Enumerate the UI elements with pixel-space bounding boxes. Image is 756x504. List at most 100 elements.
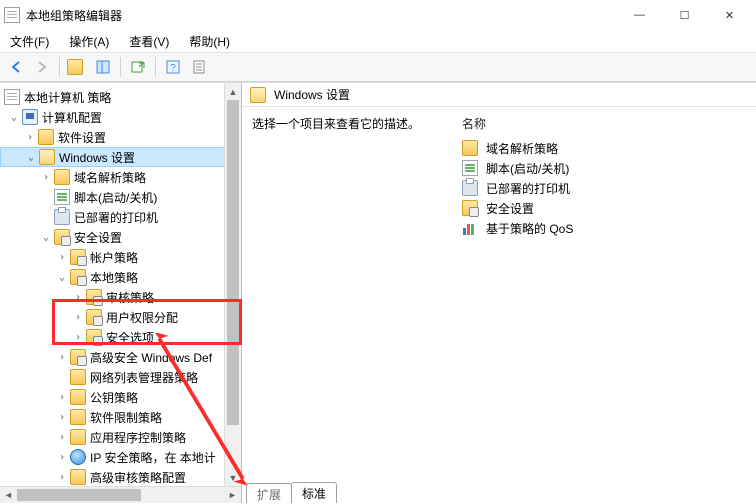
scroll-thumb[interactable] — [17, 489, 141, 501]
printer-icon — [462, 180, 478, 196]
list-item-security[interactable]: 安全设置 — [462, 198, 746, 218]
expand-icon[interactable]: › — [56, 391, 68, 403]
tab-extended[interactable]: 扩展 — [246, 483, 292, 503]
tree-security-settings[interactable]: ⌄ 安全设置 — [0, 227, 241, 247]
tree-adv-audit[interactable]: › 高级审核策略配置 — [0, 467, 241, 487]
expand-icon[interactable]: › — [72, 311, 84, 323]
scroll-left-icon[interactable]: ◄ — [0, 487, 17, 503]
tree-label: 软件限制策略 — [90, 409, 237, 426]
export-list-button[interactable] — [126, 55, 150, 79]
tree-srp[interactable]: › 软件限制策略 — [0, 407, 241, 427]
folder-policy-icon — [70, 349, 86, 365]
content-body: 选择一个项目来查看它的描述。 名称 域名解析策略 脚本(启动/关机) 已部署的打… — [242, 107, 756, 482]
list-item-qos[interactable]: 基于策略的 QoS — [462, 218, 746, 238]
list-item-label: 已部署的打印机 — [486, 180, 570, 197]
list-column: 名称 域名解析策略 脚本(启动/关机) 已部署的打印机 安全设置 — [462, 115, 746, 474]
menu-action[interactable]: 操作(A) — [63, 31, 115, 52]
collapse-icon[interactable]: ⌄ — [25, 151, 37, 163]
tree-wfas[interactable]: › 高级安全 Windows Def — [0, 347, 241, 367]
toolbar-separator — [155, 57, 156, 77]
tree-label: 计算机配置 — [42, 109, 237, 126]
qos-icon — [462, 220, 478, 236]
tree-label: 本地计算机 策略 — [24, 89, 237, 106]
tree-pane: 本地计算机 策略 ⌄ 计算机配置 › 软件设置 ⌄ Windows 设置 › 域… — [0, 83, 242, 503]
collapse-icon[interactable]: ⌄ — [40, 231, 52, 243]
content-header: Windows 设置 — [242, 83, 756, 107]
tree-audit-policy[interactable]: › 审核策略 — [0, 287, 241, 307]
tree-security-options[interactable]: › 安全选项 — [0, 327, 241, 347]
help-button[interactable]: ? — [161, 55, 185, 79]
tree-windows-settings[interactable]: ⌄ Windows 设置 — [0, 147, 241, 167]
folder-icon — [70, 389, 86, 405]
tree-label: 帐户策略 — [90, 249, 237, 266]
scroll-right-icon[interactable]: ► — [224, 487, 241, 503]
tree-computer-config[interactable]: ⌄ 计算机配置 — [0, 107, 241, 127]
tree-ipsec[interactable]: › IP 安全策略，在 本地计 — [0, 447, 241, 467]
scroll-thumb[interactable] — [227, 100, 239, 425]
back-button[interactable] — [4, 55, 28, 79]
expand-icon[interactable]: › — [24, 131, 36, 143]
expand-icon[interactable]: › — [56, 411, 68, 423]
tree-dns-policy[interactable]: › 域名解析策略 — [0, 167, 241, 187]
tree-root[interactable]: 本地计算机 策略 — [0, 87, 241, 107]
folder-icon — [70, 429, 86, 445]
expand-icon[interactable]: › — [56, 431, 68, 443]
expand-icon[interactable]: › — [56, 251, 68, 263]
tree-label: 安全设置 — [74, 229, 237, 246]
content-title: Windows 设置 — [274, 86, 350, 103]
scroll-up-icon[interactable]: ▲ — [225, 83, 241, 100]
scroll-down-icon[interactable]: ▼ — [225, 469, 241, 486]
scroll-track[interactable] — [17, 487, 224, 503]
list-item-label: 基于策略的 QoS — [486, 220, 573, 237]
folder-icon — [38, 129, 54, 145]
tree-label: 高级安全 Windows Def — [90, 349, 237, 366]
menu-file[interactable]: 文件(F) — [4, 31, 55, 52]
expand-icon[interactable]: › — [56, 351, 68, 363]
maximize-button[interactable]: ☐ — [662, 0, 707, 30]
menu-view[interactable]: 查看(V) — [123, 31, 175, 52]
expand-icon[interactable]: › — [56, 471, 68, 483]
collapse-icon[interactable]: ⌄ — [56, 271, 68, 283]
tree-account-policies[interactable]: › 帐户策略 — [0, 247, 241, 267]
scroll-track[interactable] — [225, 100, 241, 469]
tree-horizontal-scrollbar[interactable]: ◄ ► — [0, 486, 241, 503]
folder-policy-icon — [86, 289, 102, 305]
globe-icon — [70, 449, 86, 465]
close-button[interactable]: ✕ — [707, 0, 752, 30]
list-item-label: 域名解析策略 — [486, 140, 558, 157]
tab-standard[interactable]: 标准 — [291, 482, 337, 503]
expand-icon[interactable]: › — [40, 171, 52, 183]
menu-bar: 文件(F) 操作(A) 查看(V) 帮助(H) — [0, 30, 756, 52]
toolbar: ? — [0, 52, 756, 82]
description-column: 选择一个项目来查看它的描述。 — [252, 115, 462, 474]
policy-icon — [4, 89, 20, 105]
folder-policy-icon — [70, 269, 86, 285]
menu-help[interactable]: 帮助(H) — [183, 31, 236, 52]
tree-label: 已部署的打印机 — [74, 209, 237, 226]
content-pane: Windows 设置 选择一个项目来查看它的描述。 名称 域名解析策略 脚本(启… — [242, 83, 756, 503]
properties-button[interactable] — [187, 55, 211, 79]
expand-icon[interactable]: › — [72, 291, 84, 303]
list-item-printers[interactable]: 已部署的打印机 — [462, 178, 746, 198]
tree-nlm[interactable]: 网络列表管理器策略 — [0, 367, 241, 387]
security-icon — [462, 200, 478, 216]
tree-user-rights[interactable]: › 用户权限分配 — [0, 307, 241, 327]
tree-deployed-printers[interactable]: 已部署的打印机 — [0, 207, 241, 227]
column-header-name[interactable]: 名称 — [462, 115, 746, 138]
tree-software-settings[interactable]: › 软件设置 — [0, 127, 241, 147]
minimize-button[interactable]: — — [617, 0, 662, 30]
list-item-dns[interactable]: 域名解析策略 — [462, 138, 746, 158]
show-hide-tree-button[interactable] — [91, 55, 115, 79]
up-button[interactable] — [65, 55, 89, 79]
app-icon — [4, 7, 20, 23]
expand-icon[interactable]: › — [56, 451, 68, 463]
list-item-scripts[interactable]: 脚本(启动/关机) — [462, 158, 746, 178]
tree-scripts[interactable]: 脚本(启动/关机) — [0, 187, 241, 207]
forward-button[interactable] — [30, 55, 54, 79]
tree-pki[interactable]: › 公钥策略 — [0, 387, 241, 407]
tree-applocker[interactable]: › 应用程序控制策略 — [0, 427, 241, 447]
expand-icon[interactable]: › — [72, 331, 84, 343]
tree-local-policies[interactable]: ⌄ 本地策略 — [0, 267, 241, 287]
tree-vertical-scrollbar[interactable]: ▲ ▼ — [224, 83, 241, 486]
collapse-icon[interactable]: ⌄ — [8, 111, 20, 123]
